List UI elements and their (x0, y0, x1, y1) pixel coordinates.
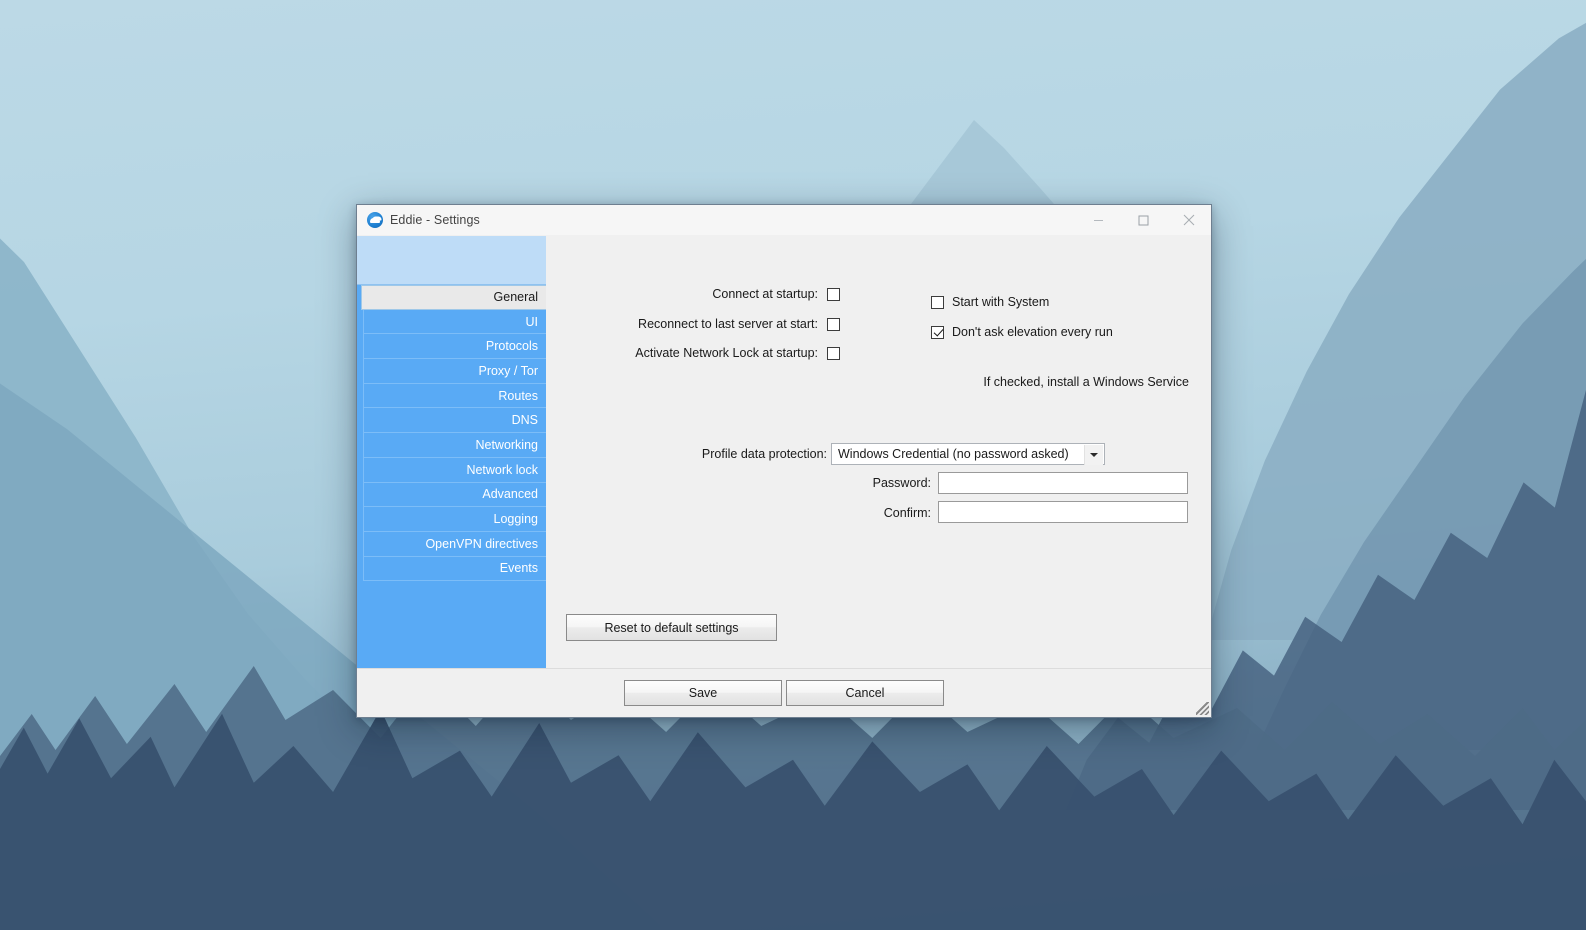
window-titlebar[interactable]: Eddie - Settings (357, 205, 1211, 236)
general-settings-panel: Connect at startup: Reconnect to last se… (546, 236, 1211, 668)
connect-at-startup-row: Connect at startup: (546, 287, 840, 301)
window-title: Eddie - Settings (390, 213, 480, 227)
close-button[interactable] (1166, 205, 1211, 235)
sidebar-item-label: Logging (493, 512, 539, 527)
start-with-system-label: Start with System (952, 295, 1050, 309)
password-label-row: Password: (546, 476, 931, 490)
sidebar-item-networking[interactable]: Networking (363, 433, 546, 458)
profile-protection-select-row: Windows Credential (no password asked) (831, 443, 1105, 465)
start-with-system-row[interactable]: Start with System (931, 295, 1049, 309)
reconnect-last-server-checkbox[interactable] (827, 317, 840, 331)
save-label: Save (688, 686, 718, 700)
maximize-button[interactable] (1121, 205, 1166, 235)
sidebar-item-routes[interactable]: Routes (363, 383, 546, 409)
sidebar-nav-list: General UI Protocols Proxy / Tor Routes … (357, 285, 546, 582)
save-button[interactable]: Save (624, 680, 782, 706)
sidebar-item-label: Advanced (482, 487, 538, 502)
password-label: Password: (872, 476, 931, 490)
confirm-input[interactable] (938, 501, 1188, 523)
sidebar-item-ui[interactable]: UI (363, 309, 546, 335)
desktop-wallpaper: Eddie - Settings General UI Protocols Pr… (0, 0, 1586, 930)
sidebar-item-network-lock[interactable]: Network lock (363, 457, 546, 483)
sidebar-item-advanced[interactable]: Advanced (363, 482, 546, 508)
connect-at-startup-label: Connect at startup: (712, 287, 818, 301)
sidebar-item-logging[interactable]: Logging (363, 507, 546, 532)
confirm-label: Confirm: (883, 506, 931, 520)
dont-ask-elevation-checkbox[interactable] (931, 325, 944, 339)
sidebar-item-label: Protocols (485, 339, 538, 354)
reconnect-last-server-row: Reconnect to last server at start: (546, 317, 840, 331)
sidebar-item-openvpn-directives[interactable]: OpenVPN directives (363, 531, 546, 557)
connect-at-startup-checkbox[interactable] (827, 287, 840, 301)
activate-network-lock-checkbox[interactable] (827, 346, 840, 360)
profile-protection-value: Windows Credential (no password asked) (838, 447, 1069, 461)
sidebar-item-label: Network lock (466, 462, 538, 477)
sidebar-header-panel (357, 236, 546, 285)
sidebar-item-label: Events (499, 561, 538, 576)
cancel-button[interactable]: Cancel (786, 680, 944, 706)
minimize-button[interactable] (1076, 205, 1121, 235)
sidebar-item-dns[interactable]: DNS (363, 408, 546, 434)
settings-sidebar: General UI Protocols Proxy / Tor Routes … (357, 236, 546, 668)
confirm-label-row: Confirm: (546, 506, 931, 520)
settings-window: Eddie - Settings General UI Protocols Pr… (356, 204, 1212, 718)
sidebar-item-label: Routes (498, 388, 538, 403)
sidebar-item-label: General (493, 290, 538, 305)
reconnect-last-server-label: Reconnect to last server at start: (638, 317, 818, 331)
sidebar-item-label: Networking (475, 437, 538, 452)
sidebar-item-protocols[interactable]: Protocols (363, 334, 546, 360)
profile-protection-label-row: Profile data protection: (546, 447, 827, 461)
sidebar-item-events[interactable]: Events (363, 556, 546, 582)
activate-network-lock-row: Activate Network Lock at startup: (546, 346, 840, 360)
sidebar-item-label: UI (525, 314, 539, 329)
dont-ask-elevation-row[interactable]: Don't ask elevation every run (931, 325, 1113, 339)
sidebar-filler (357, 581, 546, 668)
dont-ask-elevation-label: Don't ask elevation every run (952, 325, 1113, 339)
window-body: General UI Protocols Proxy / Tor Routes … (357, 236, 1211, 668)
window-controls (1076, 205, 1211, 235)
profile-protection-select[interactable]: Windows Credential (no password asked) (831, 443, 1105, 465)
confirm-input-row (938, 501, 1188, 523)
sidebar-item-label: Proxy / Tor (478, 363, 538, 378)
profile-protection-label: Profile data protection: (701, 447, 827, 461)
sidebar-item-label: OpenVPN directives (425, 536, 538, 551)
eddie-cloud-icon (367, 212, 383, 228)
sidebar-item-proxy-tor[interactable]: Proxy / Tor (363, 359, 546, 384)
chevron-down-icon[interactable] (1084, 445, 1103, 465)
sidebar-item-label: DNS (511, 413, 538, 428)
window-footer: Save Cancel (357, 668, 1211, 717)
cancel-label: Cancel (845, 686, 885, 700)
windows-service-hint: If checked, install a Windows Service (983, 375, 1189, 389)
activate-network-lock-label: Activate Network Lock at startup: (635, 346, 818, 360)
sidebar-item-general[interactable]: General (361, 285, 546, 310)
reset-to-default-label: Reset to default settings (604, 620, 739, 635)
password-input[interactable] (938, 472, 1188, 494)
resize-grip[interactable] (1196, 702, 1209, 715)
reset-to-default-button[interactable]: Reset to default settings (566, 614, 777, 641)
start-with-system-checkbox[interactable] (931, 295, 944, 309)
password-input-row (938, 472, 1188, 494)
